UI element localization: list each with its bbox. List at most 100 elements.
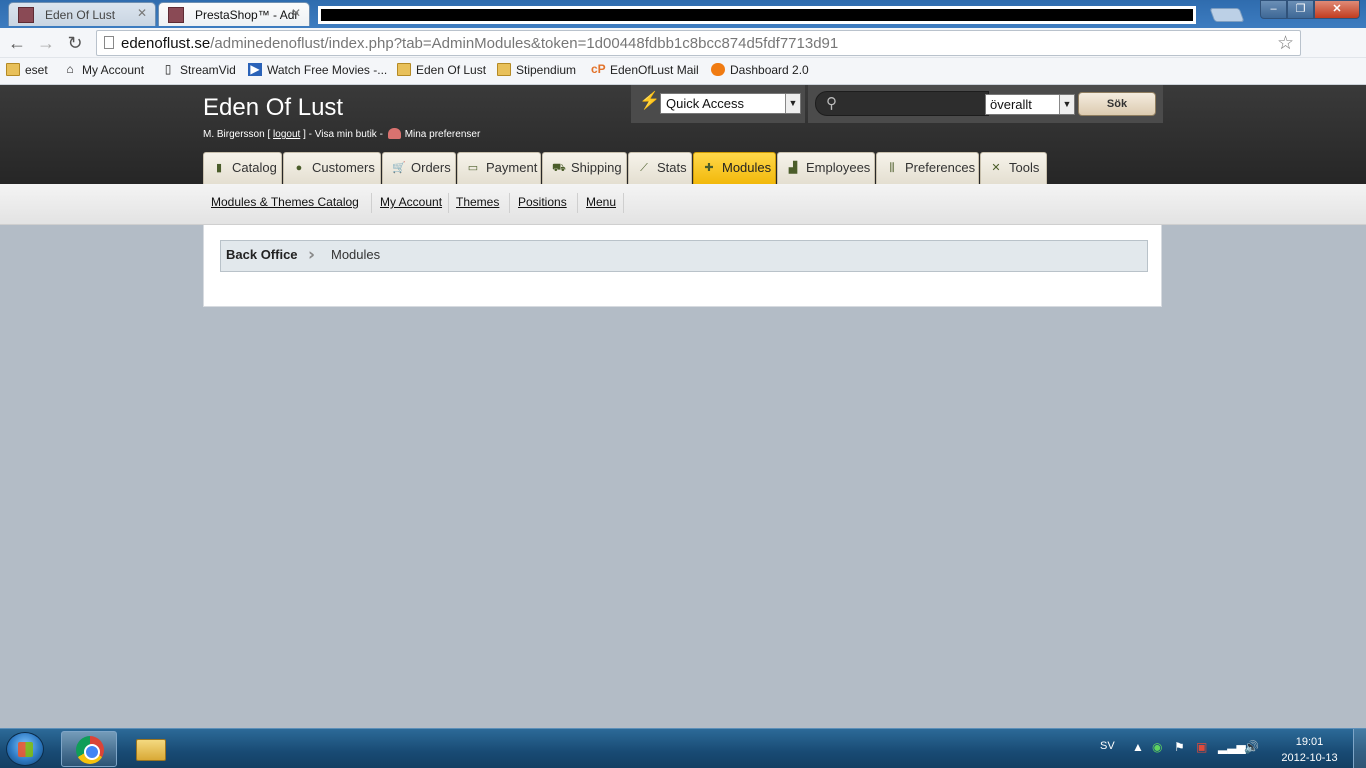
minimize-button[interactable]: – [1260,0,1287,19]
chevron-down-icon: ▼ [1059,95,1074,114]
reload-icon[interactable]: ↻ [63,31,87,55]
submenu-modules-themes-catalog[interactable]: Modules & Themes Catalog [211,195,359,209]
tab-orders[interactable]: 🛒 Orders [382,152,456,184]
tab-employees[interactable]: ▟ Employees [777,152,875,184]
site-favicon-icon [168,7,184,23]
chevron-down-icon: ▼ [785,94,800,113]
bookmark-eset[interactable]: eset [6,63,48,77]
submenu-my-account[interactable]: My Account [380,195,442,209]
start-button[interactable] [6,732,44,766]
book-icon: ▮ [215,162,223,174]
search-button[interactable]: Sök [1078,92,1156,116]
search-icon: ⚲ [826,95,837,112]
system-tray: SV ▲ ◉ ⚑ ▣ ▂▃▅ 🔊 19:01 2012-10-13 [1092,729,1352,768]
maximize-button[interactable]: ❐ [1287,0,1314,19]
sub-menu: Modules & Themes Catalog My Account Them… [0,184,1366,225]
bookmarks-bar: eset ⌂ My Account ▯ StreamVid ▶ Watch Free … [0,58,1366,85]
bookmark-label: My Account [82,63,145,77]
tab-label: Preferences [905,160,976,175]
show-hidden-icons-icon[interactable]: ▲ [1132,740,1144,754]
back-arrow-icon[interactable]: ← [5,31,29,55]
cart-icon: 🛒 [392,162,406,174]
language-indicator[interactable]: SV [1100,740,1115,752]
bookmark-watch-free-movies[interactable]: ▶ Watch Free Movies -... [248,63,387,77]
close-tab-icon[interactable]: ✕ [291,6,301,20]
tab-label: Stats [657,160,687,175]
search-scope-value: överallt [990,97,1032,112]
quick-access-value: Quick Access [666,96,745,111]
user-name: M. Birgersson [ [203,129,271,140]
preferences-link[interactable]: Mina preferenser [405,129,481,140]
truck-icon: ⛟ [552,162,566,174]
view-shop-link[interactable]: ] - Visa min butik - [303,129,383,140]
quick-access-select[interactable]: Quick Access ▼ [660,93,801,114]
browser-tab-prestashop[interactable]: PrestaShop™ - Adr ✕ [158,2,310,26]
tab-preferences[interactable]: ⫼ Preferences [876,152,979,184]
tab-label: Customers [312,160,375,175]
breadcrumb-root[interactable]: Back Office [226,247,298,262]
bookmark-stipendium[interactable]: Stipendium [497,63,576,77]
admin-header: Eden Of Lust M. Birgersson [ logout ] - … [0,85,1366,184]
bookmark-label: Eden Of Lust [416,63,487,77]
tab-title: Eden Of Lust [45,8,116,22]
tab-label: Shipping [571,160,622,175]
show-desktop-button[interactable] [1353,729,1366,768]
search-scope-select[interactable]: överallt ▼ [985,94,1075,115]
close-window-button[interactable]: ✕ [1314,0,1360,19]
tab-shipping[interactable]: ⛟ Shipping [542,152,627,184]
action-center-flag-icon[interactable]: ⚑ [1174,740,1185,754]
submenu-menu[interactable]: Menu [586,195,616,209]
taskbar-explorer[interactable] [122,731,178,767]
redacted-tabs [318,6,1196,24]
tab-payment[interactable]: ▭ Payment [457,152,541,184]
tab-catalog[interactable]: ▮ Catalog [203,152,282,184]
device-icon[interactable]: ▣ [1196,740,1207,754]
close-tab-icon[interactable]: ✕ [137,6,147,20]
browser-toolbar: ← → ↻ edenoflust.se/adminedenoflust/inde… [0,28,1366,81]
card-icon: ▭ [467,162,479,174]
tab-modules[interactable]: ✚ Modules [693,152,776,184]
movie-icon: ▶ [248,63,262,76]
new-tab-button[interactable] [1209,8,1245,22]
tab-stats[interactable]: ⟋ Stats [628,152,692,184]
browser-tab-eden-of-lust[interactable]: Eden Of Lust ✕ [8,2,156,26]
bookmark-label: StreamVid [180,63,236,77]
submenu-themes[interactable]: Themes [456,195,499,209]
user-line: M. Birgersson [ logout ] - Visa min buti… [203,128,480,140]
tab-label: Payment [486,160,538,175]
bookmark-label: Dashboard 2.0 [730,63,809,77]
tab-label: Catalog [232,160,277,175]
forward-arrow-icon[interactable]: → [34,31,58,55]
bookmark-eden-of-lust[interactable]: Eden Of Lust [397,63,486,77]
submenu-positions[interactable]: Positions [518,195,567,209]
antivirus-icon[interactable]: ◉ [1152,740,1162,754]
clock[interactable]: 19:01 2012-10-13 [1272,734,1347,766]
bookmark-my-account[interactable]: ⌂ My Account [63,63,145,78]
url-host: edenoflust.se [121,35,211,52]
folder-icon [136,739,166,761]
search-input[interactable]: ⚲ [815,91,989,116]
bookmark-streamvid[interactable]: ▯ StreamVid [161,63,236,78]
bookmark-edenoflust-mail[interactable]: cP EdenOfLust Mail [591,62,699,78]
tab-tools[interactable]: ✕ Tools [980,152,1047,184]
bookmark-star-icon[interactable]: ☆ [1277,32,1294,55]
quick-access-panel: ⚡ Quick Access ▼ [631,85,805,123]
bookmark-label: Watch Free Movies -... [267,63,388,77]
tab-customers[interactable]: ● Customers [283,152,381,184]
logout-link[interactable]: logout [273,129,300,140]
clock-time: 19:01 [1295,736,1324,748]
tools-icon: ✕ [991,162,1001,174]
submenu-divider [577,193,578,213]
address-bar[interactable]: edenoflust.se/adminedenoflust/index.php?… [96,30,1301,56]
tab-label: Orders [411,160,451,175]
puzzle-icon: ✚ [704,162,714,174]
taskbar-chrome[interactable] [61,731,117,767]
bookmark-label: EdenOfLust Mail [610,63,699,77]
bookmark-dashboard[interactable]: Dashboard 2.0 [711,63,809,77]
people-icon: ▟ [788,162,798,174]
volume-icon[interactable]: 🔊 [1244,740,1259,754]
shop-name: Eden Of Lust [203,94,344,121]
browser-tab-strip: Eden Of Lust ✕ PrestaShop™ - Adr ✕ – ❐ ✕ [0,0,1366,28]
network-signal-icon[interactable]: ▂▃▅ [1218,740,1246,754]
cpanel-icon: cP [591,62,606,76]
